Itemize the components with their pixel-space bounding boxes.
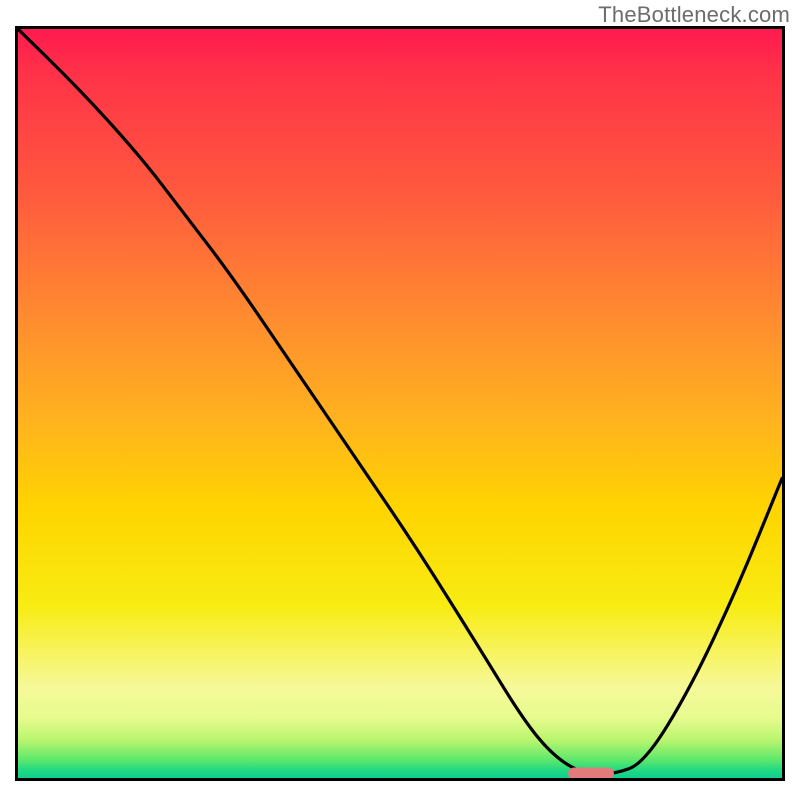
plot-overlay (18, 29, 782, 778)
watermark-text: TheBottleneck.com (598, 2, 790, 28)
bottleneck-curve (18, 29, 782, 774)
chart-container: TheBottleneck.com (0, 0, 800, 800)
optimal-marker (568, 768, 614, 779)
plot-area (18, 29, 782, 778)
